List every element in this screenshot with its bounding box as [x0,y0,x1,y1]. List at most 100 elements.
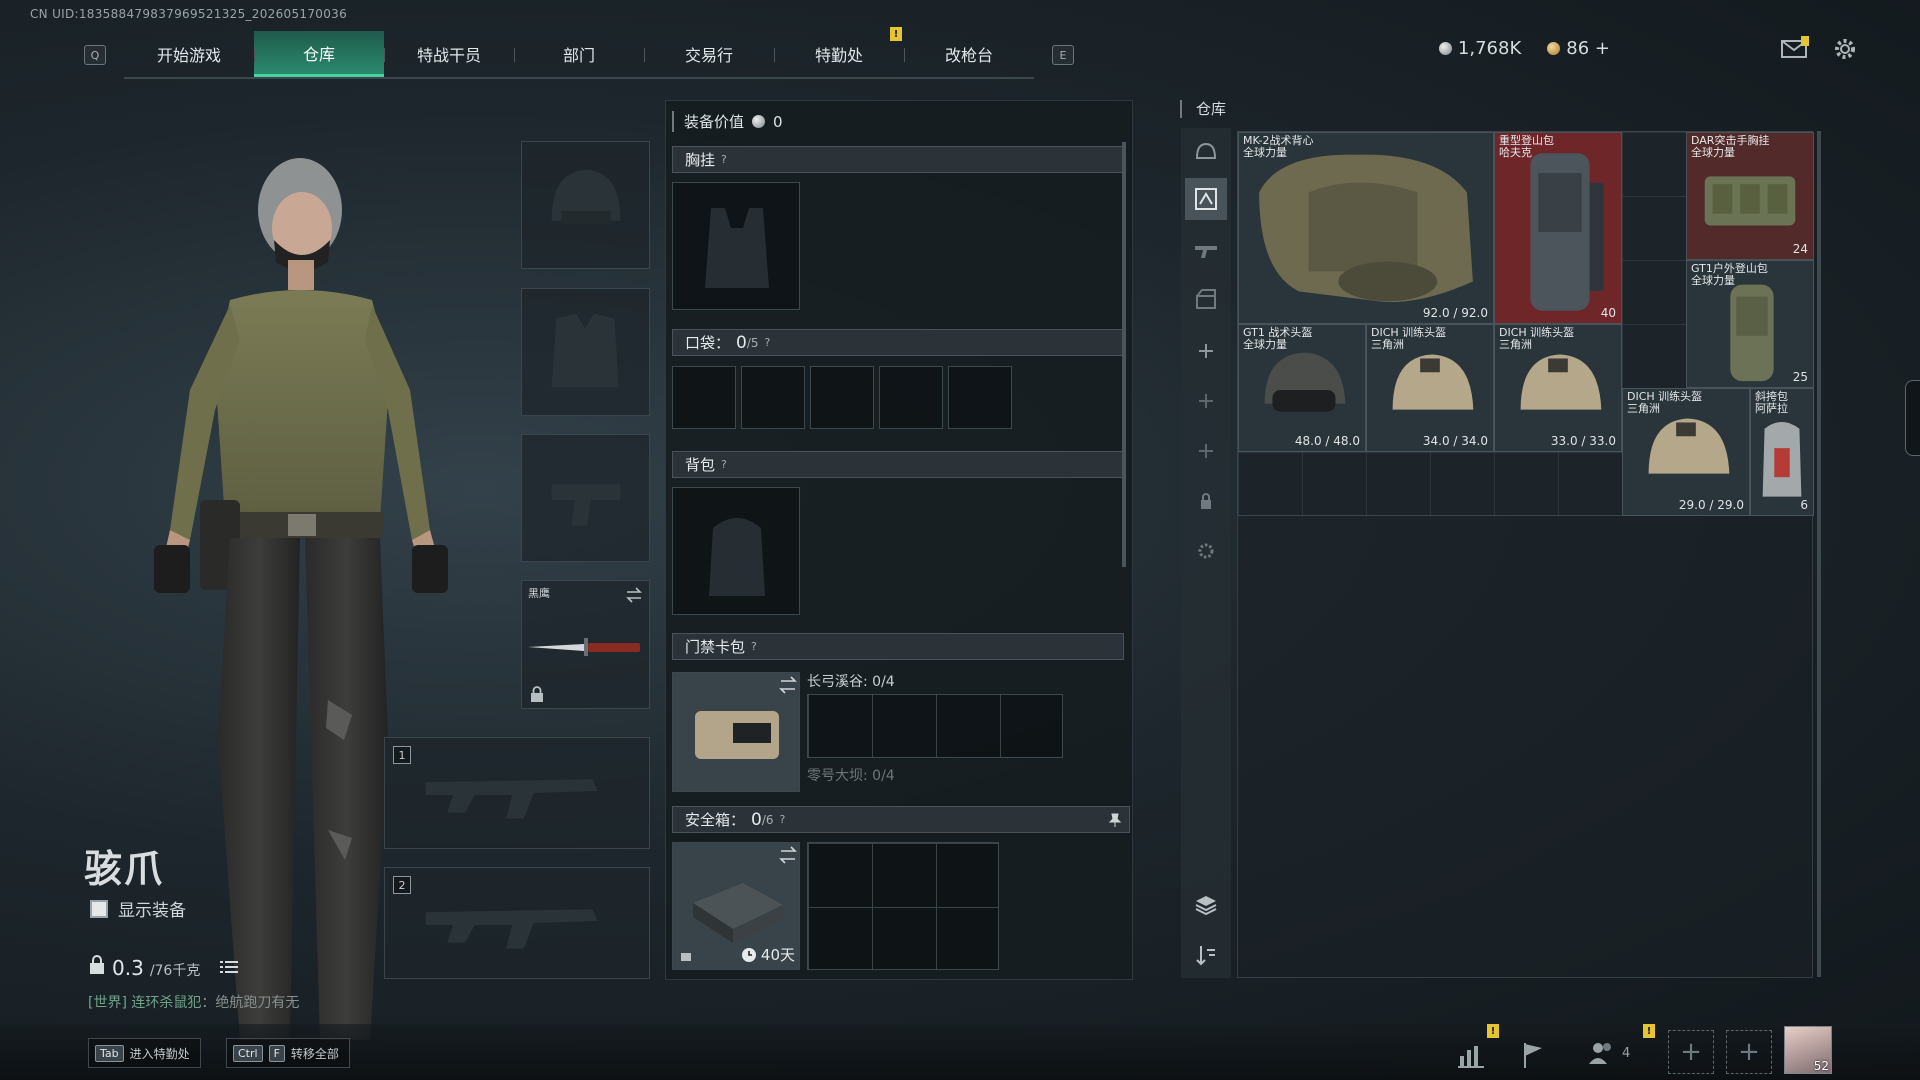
lock-icon[interactable] [1193,488,1219,514]
warehouse-item[interactable]: 重型登山包 哈夫克 40 [1494,132,1622,324]
enter-special-ops-hint[interactable]: Tab 进入特勤处 [88,1038,201,1068]
pocket-slot[interactable] [672,366,736,429]
backpack-slot[interactable] [672,487,800,615]
keycard-grid[interactable] [807,694,1063,758]
chest-rig-label: 胸挂 [685,151,716,169]
safebox-grid[interactable] [807,842,999,970]
pocket-slot[interactable] [948,366,1012,429]
helmet-filter-icon[interactable] [1193,140,1219,166]
mail-icon[interactable] [1780,36,1810,60]
warehouse-item[interactable]: GT1 战术头盔 全球力量 48.0 / 48.0 [1238,324,1366,452]
nav-prev-key[interactable]: Q [84,45,106,65]
item-name: DICH 训练头盔 三角洲 [1499,326,1575,351]
pocket-slot[interactable] [741,366,805,429]
pockets-count: 0 [736,332,747,353]
item-name: 斜挎包 阿萨拉 [1755,390,1788,415]
help-icon[interactable]: ? [721,153,727,166]
show-equipment-toggle[interactable]: 显示装备 [90,896,186,921]
helmet-slot[interactable] [521,141,650,269]
add-gold-button[interactable]: + [1595,38,1610,59]
warehouse-title: 仓库 [1180,100,1226,118]
warehouse-empty-area[interactable] [1237,516,1813,978]
backpack-label: 背包 [685,456,716,474]
warehouse-item[interactable]: MK-2战术背心 全球力量 92.0 / 92.0 [1238,132,1494,324]
pocket-slot[interactable] [810,366,874,429]
transfer-all-hint[interactable]: Ctrl F 转移全部 [226,1038,350,1068]
warehouse-scrollbar[interactable] [1817,131,1821,977]
show-equipment-checkbox[interactable] [90,899,108,918]
primary-weapon-slot[interactable]: 1 [384,737,650,849]
flag-icon[interactable] [1516,1038,1550,1072]
secondary-weapon-slot[interactable]: 2 [384,867,650,979]
side-drawer-handle[interactable] [1905,380,1920,456]
weight-value: 0.3 [112,956,144,980]
warehouse-grid[interactable]: MK-2战术背心 全球力量 92.0 / 92.0 重型登山包 哈夫克 40 D… [1237,131,1814,516]
chat-message: ：绝航跑刀有无 [201,995,300,1011]
gear-icon[interactable] [1832,36,1858,62]
warehouse-item[interactable]: DICH 训练头盔 三角洲 33.0 / 33.0 [1494,324,1622,452]
tab-operators[interactable]: 特战干员 [384,31,514,77]
chest-rig-slot[interactable] [672,182,800,310]
safebox-timer: 40天 [741,944,795,965]
plus-icon[interactable] [1193,438,1219,464]
tab-label: 改枪台 [944,46,993,65]
gold-amount: 86 [1566,38,1590,59]
avatar[interactable]: 52 [1784,1026,1832,1074]
slot-number: 2 [393,876,411,894]
pockets-max: /5 [746,335,759,350]
pocket-slot[interactable] [879,366,943,429]
invite-slot-button[interactable]: + [1668,1030,1714,1074]
warehouse-item[interactable]: DAR突击手胸挂 全球力量 24 [1686,132,1814,260]
tab-gunsmith[interactable]: 改枪台 [904,31,1034,77]
warehouse-item[interactable]: GT1户外登山包 全球力量 25 [1686,260,1814,388]
sort-icon[interactable] [1193,942,1219,968]
keycard-case-slot[interactable] [672,672,800,792]
melee-slot[interactable]: 黑鹰 [521,580,650,709]
weight-max: /76千克 [149,963,201,979]
help-icon[interactable]: ? [765,336,771,349]
tab-label: 仓库 [302,44,335,64]
ammo-filter-icon[interactable] [1193,286,1219,312]
list-icon[interactable] [220,959,239,975]
warehouse-item[interactable]: DICH 训练头盔 三角洲 29.0 / 29.0 [1622,388,1750,516]
clock-icon [741,947,756,962]
plus-icon: + [1680,1037,1702,1067]
plus-icon[interactable] [1193,388,1219,414]
item-name: DAR突击手胸挂 全球力量 [1691,134,1770,159]
layers-icon[interactable] [1193,892,1219,918]
tab-department[interactable]: 部门 [514,31,644,77]
weapon-filter-icon[interactable] [1193,236,1219,262]
backpack-header: 背包? [672,451,1124,478]
world-chat-line[interactable]: [世界] 连环杀鼠犯：绝航跑刀有无 [88,992,299,1012]
currency-bar: 1,768K 86 + [1438,38,1610,59]
plus-icon[interactable] [1193,338,1219,364]
weight-lock-icon [90,955,104,974]
warehouse-item[interactable]: 斜挎包 阿萨拉 6 [1750,388,1814,516]
swap-icon[interactable] [625,587,643,603]
nav-next-key[interactable]: E [1052,45,1074,65]
help-icon[interactable]: ? [780,813,786,826]
chat-sender: 连环杀鼠犯 [131,995,202,1011]
equipment-filter-icon[interactable] [1193,186,1219,212]
armor-slot[interactable] [521,288,650,416]
sidearm-slot[interactable] [521,434,650,562]
help-icon[interactable]: ? [751,640,757,653]
gear-icon[interactable] [1193,538,1219,564]
warehouse-item[interactable]: DICH 训练头盔 三角洲 34.0 / 34.0 [1366,324,1494,452]
tab-special-ops[interactable]: 特勤处! [774,27,904,77]
stats-icon[interactable] [1454,1038,1488,1072]
equipment-scrollbar[interactable] [1122,142,1126,567]
tab-market[interactable]: 交易行 [644,31,774,77]
friends-button[interactable]: 4 [1586,1038,1630,1068]
item-durability: 92.0 / 92.0 [1422,306,1488,320]
safebox-slot[interactable]: 40天 [672,842,800,970]
gold-currency[interactable]: 86 + [1547,38,1610,59]
invite-slot-button[interactable]: + [1726,1030,1772,1074]
safebox-max: /6 [761,812,774,827]
show-equipment-label: 显示装备 [118,901,186,921]
tab-warehouse[interactable]: 仓库 [254,31,384,77]
keycard-map2: 零号大坝: 0/4 [807,768,895,784]
pin-icon[interactable] [1109,813,1121,827]
tab-start-game[interactable]: 开始游戏 [124,31,254,77]
help-icon[interactable]: ? [721,458,727,471]
